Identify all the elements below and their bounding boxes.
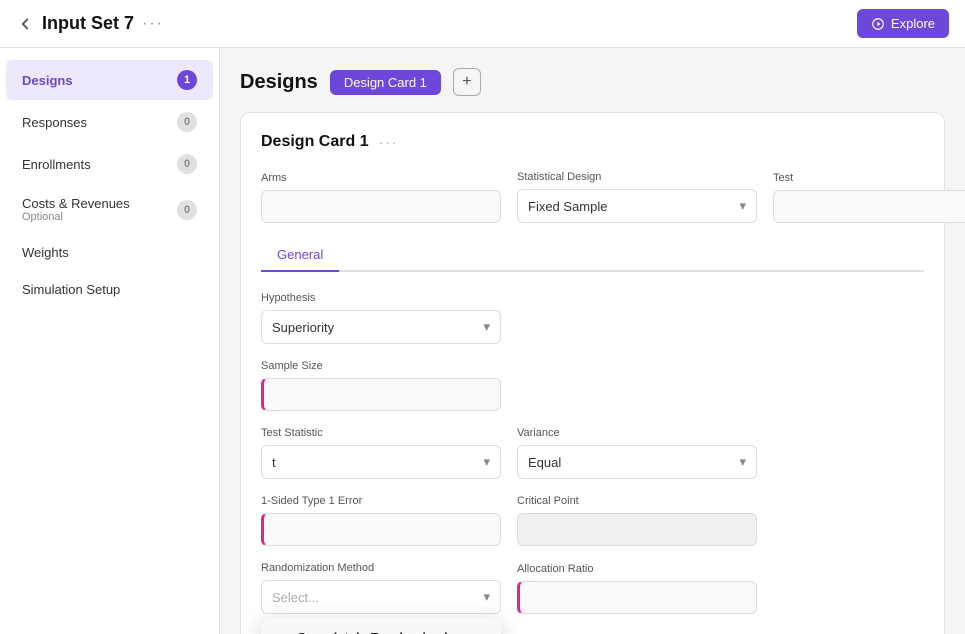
randomization-row: Randomization Method Select... ▾ ✓ Compl… bbox=[261, 562, 924, 614]
sidebar-item-costs-revenues[interactable]: Costs & Revenues Optional 0 bbox=[6, 186, 213, 233]
variance-field-group: Variance Equal ▾ bbox=[517, 427, 757, 479]
sidebar-enrollments-badge: 0 bbox=[177, 154, 197, 174]
sidebar-item-designs[interactable]: Designs 1 bbox=[6, 60, 213, 100]
stat-design-value: Fixed Sample bbox=[528, 199, 607, 214]
sidebar-item-responses[interactable]: Responses 0 bbox=[6, 102, 213, 142]
add-design-button[interactable]: + bbox=[453, 68, 481, 96]
hypothesis-field-group: Hypothesis Superiority ▾ bbox=[261, 292, 501, 344]
sample-size-label: Sample Size bbox=[261, 360, 501, 372]
dropdown-item-crd[interactable]: ✓ Completely Randomized Design bbox=[261, 618, 501, 634]
variance-chevron-icon: ▾ bbox=[739, 454, 746, 470]
sidebar-item-enrollments[interactable]: Enrollments 0 bbox=[6, 144, 213, 184]
sidebar-responses-badge: 0 bbox=[177, 112, 197, 132]
critical-point-input: 1.959964 bbox=[517, 513, 757, 546]
tab-general[interactable]: General bbox=[261, 239, 339, 272]
design-card: Design Card 1 ··· Arms 2 Statistical Des… bbox=[240, 112, 945, 634]
randomization-wrap: Select... ▾ ✓ Completely Randomized Desi… bbox=[261, 580, 501, 614]
type1-error-input[interactable]: 0.025 bbox=[261, 513, 501, 546]
randomization-dropdown: ✓ Completely Randomized Design User Spec… bbox=[261, 618, 501, 634]
randomization-chevron-icon: ▾ bbox=[483, 589, 490, 605]
explore-label: Explore bbox=[891, 16, 935, 31]
hypothesis-value: Superiority bbox=[272, 320, 334, 335]
sample-size-row: Sample Size 520 bbox=[261, 360, 924, 411]
header-dots-button[interactable]: ··· bbox=[142, 15, 164, 33]
explore-icon bbox=[871, 17, 885, 31]
dropdown-item-crd-label: Completely Randomized Design bbox=[297, 630, 485, 634]
content-header: Designs Design Card 1 + bbox=[240, 68, 945, 96]
sidebar-costs-badge: 0 bbox=[177, 200, 197, 220]
explore-button[interactable]: Explore bbox=[857, 9, 949, 38]
allocation-field-group: Allocation Ratio 1 bbox=[517, 563, 757, 614]
arms-label: Arms bbox=[261, 172, 501, 184]
test-statistic-value: t bbox=[272, 455, 276, 470]
hypothesis-select[interactable]: Superiority ▾ bbox=[261, 310, 501, 344]
sidebar-weights-label: Weights bbox=[22, 245, 69, 260]
main-content: Designs Design Card 1 + Design Card 1 ··… bbox=[220, 48, 965, 634]
test-label: Test bbox=[773, 172, 965, 184]
variance-value: Equal bbox=[528, 455, 561, 470]
back-button[interactable] bbox=[16, 15, 34, 33]
arms-field-group: Arms 2 bbox=[261, 172, 501, 223]
stat-design-field-group: Statistical Design Fixed Sample ▾ bbox=[517, 171, 757, 223]
error-critical-row: 1-Sided Type 1 Error 0.025 Critical Poin… bbox=[261, 495, 924, 546]
variance-label: Variance bbox=[517, 427, 757, 439]
statistic-variance-row: Test Statistic t ▾ Variance Equal ▾ bbox=[261, 427, 924, 479]
design-card-tab[interactable]: Design Card 1 bbox=[330, 70, 441, 95]
type1-error-field-group: 1-Sided Type 1 Error 0.025 bbox=[261, 495, 501, 546]
test-input[interactable]: Difference of Means bbox=[773, 190, 965, 223]
sidebar-costs-optional: Optional bbox=[22, 211, 130, 223]
allocation-input[interactable]: 1 bbox=[517, 581, 757, 614]
hypothesis-chevron-icon: ▾ bbox=[483, 319, 490, 335]
stat-design-chevron-icon: ▾ bbox=[739, 198, 746, 214]
randomization-select[interactable]: Select... ▾ bbox=[261, 580, 501, 614]
sidebar-costs-label: Costs & Revenues bbox=[22, 196, 130, 211]
sidebar: Designs 1 Responses 0 Enrollments 0 C bbox=[0, 48, 220, 634]
sidebar-item-weights[interactable]: Weights bbox=[6, 235, 213, 270]
hypothesis-label: Hypothesis bbox=[261, 292, 501, 304]
top-fields-row: Arms 2 Statistical Design Fixed Sample ▾… bbox=[261, 171, 924, 223]
variance-select[interactable]: Equal ▾ bbox=[517, 445, 757, 479]
sidebar-designs-badge: 1 bbox=[177, 70, 197, 90]
test-statistic-chevron-icon: ▾ bbox=[483, 454, 490, 470]
sidebar-item-simulation-setup[interactable]: Simulation Setup bbox=[6, 272, 213, 307]
add-icon: + bbox=[462, 73, 471, 91]
tab-general-label: General bbox=[277, 247, 323, 262]
test-statistic-label: Test Statistic bbox=[261, 427, 501, 439]
sidebar-enrollments-label: Enrollments bbox=[22, 157, 91, 172]
sidebar-designs-label: Designs bbox=[22, 73, 73, 88]
allocation-label: Allocation Ratio bbox=[517, 563, 757, 575]
test-statistic-field-group: Test Statistic t ▾ bbox=[261, 427, 501, 479]
sample-size-field-group: Sample Size 520 bbox=[261, 360, 501, 411]
critical-point-field-group: Critical Point 1.959964 bbox=[517, 495, 757, 546]
hypothesis-row: Hypothesis Superiority ▾ bbox=[261, 292, 924, 344]
card-dots-button[interactable]: ··· bbox=[379, 134, 399, 150]
randomization-field-group: Randomization Method Select... ▾ ✓ Compl… bbox=[261, 562, 501, 614]
test-field-group: Test Difference of Means bbox=[773, 172, 965, 223]
card-tab-row: General bbox=[261, 239, 924, 272]
stat-design-label: Statistical Design bbox=[517, 171, 757, 183]
test-statistic-select[interactable]: t ▾ bbox=[261, 445, 501, 479]
sidebar-responses-label: Responses bbox=[22, 115, 87, 130]
stat-design-select[interactable]: Fixed Sample ▾ bbox=[517, 189, 757, 223]
type1-error-label: 1-Sided Type 1 Error bbox=[261, 495, 501, 507]
arms-input[interactable]: 2 bbox=[261, 190, 501, 223]
randomization-placeholder: Select... bbox=[272, 590, 319, 605]
page-title: Input Set 7 bbox=[42, 13, 134, 34]
card-header: Design Card 1 ··· bbox=[261, 133, 924, 151]
sample-size-input[interactable]: 520 bbox=[261, 378, 501, 411]
critical-point-label: Critical Point bbox=[517, 495, 757, 507]
card-title: Design Card 1 bbox=[261, 133, 369, 151]
content-title: Designs bbox=[240, 71, 318, 94]
randomization-label: Randomization Method bbox=[261, 562, 501, 574]
sidebar-simulation-label: Simulation Setup bbox=[22, 282, 120, 297]
